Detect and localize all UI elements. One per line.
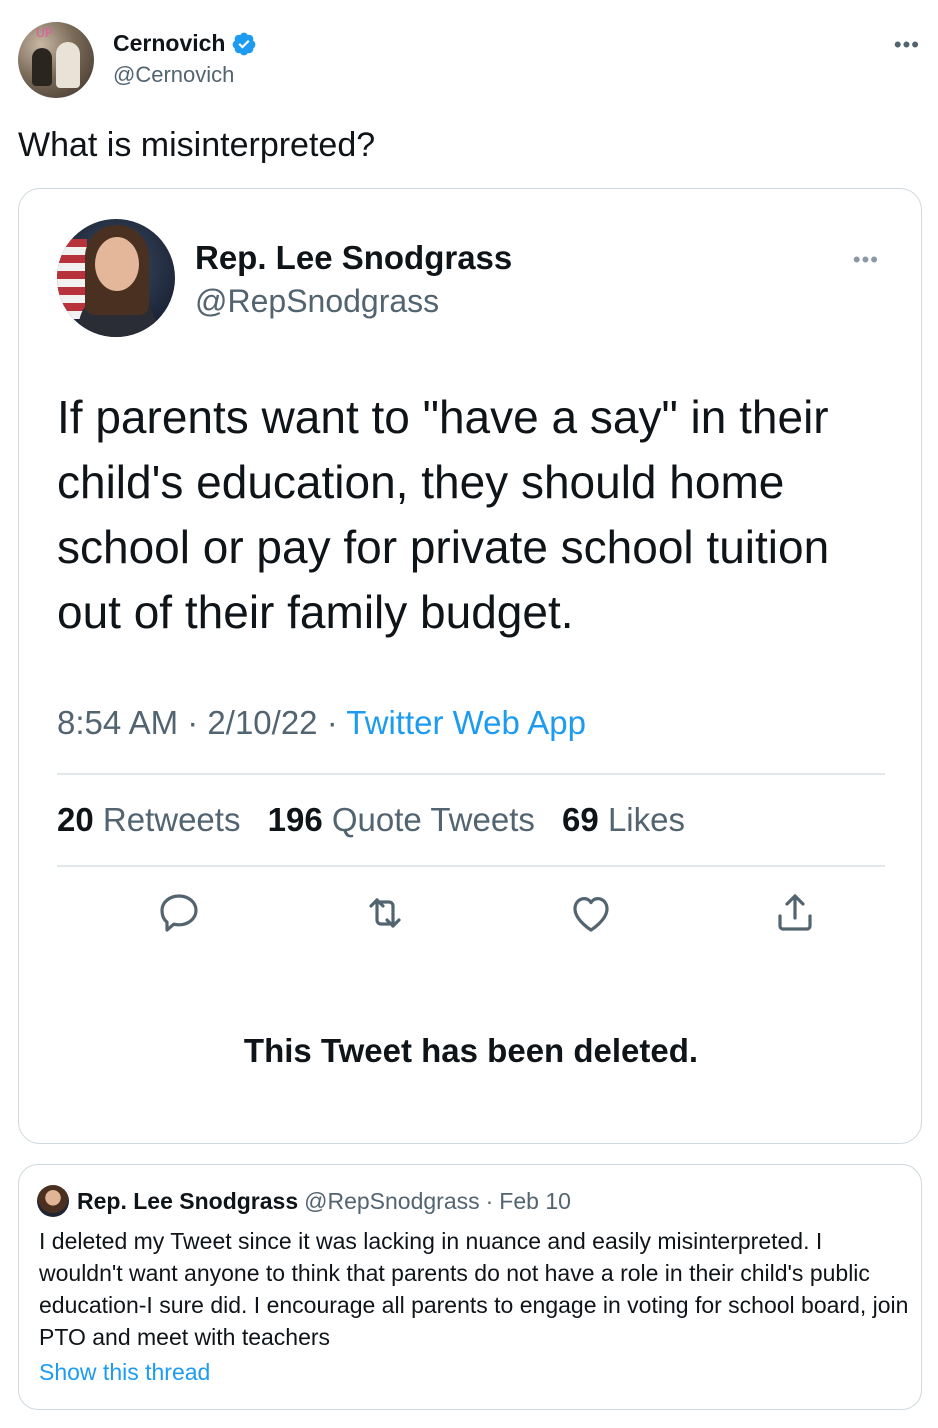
embedded-more-icon: ••• bbox=[852, 247, 879, 272]
quoted-tweet-card[interactable]: Rep. Lee Snodgrass @RepSnodgrass · Feb 1… bbox=[18, 1164, 922, 1410]
likes-count: 69 bbox=[562, 801, 599, 838]
likes-label: Likes bbox=[607, 801, 685, 838]
meta-separator: · bbox=[326, 704, 338, 741]
tweet-date: 2/10/22 bbox=[207, 704, 318, 741]
retweets-label: Retweets bbox=[102, 801, 241, 838]
meta-separator: · bbox=[187, 704, 199, 741]
author-name[interactable]: Cernovich bbox=[113, 30, 225, 57]
embedded-author-handle: @RepSnodgrass bbox=[195, 283, 440, 319]
avatar-tag-text: UP bbox=[36, 26, 53, 40]
embedded-action-bar bbox=[57, 889, 885, 949]
embedded-tweet-meta: 8:54 AM · 2/10/22 · Twitter Web App bbox=[57, 704, 586, 742]
avatar-figure bbox=[56, 42, 80, 88]
quoted-author-name: Rep. Lee Snodgrass bbox=[77, 1187, 299, 1214]
outer-tweet-header: UP Cernovich @Cernovich ••• bbox=[18, 22, 920, 102]
deleted-tweet-notice: This Tweet has been deleted. bbox=[243, 1032, 699, 1069]
show-thread-link[interactable]: Show this thread bbox=[39, 1359, 210, 1386]
quoted-tweet-date: Feb 10 bbox=[499, 1187, 571, 1214]
quotes-count: 196 bbox=[267, 801, 323, 838]
verified-badge-icon bbox=[233, 32, 256, 55]
embedded-author-avatar bbox=[57, 219, 175, 337]
text-line: out of their family budget. bbox=[57, 586, 574, 638]
divider bbox=[57, 773, 885, 775]
text-line: child's education, they should home bbox=[57, 456, 785, 508]
meta-separator: · bbox=[485, 1187, 494, 1214]
share-icon bbox=[778, 894, 812, 931]
author-name-row: Cernovich bbox=[113, 30, 257, 57]
tweet-source: Twitter Web App bbox=[346, 704, 586, 741]
more-options-icon[interactable]: ••• bbox=[894, 32, 920, 58]
like-icon bbox=[573, 897, 609, 932]
avatar-flag bbox=[57, 239, 87, 319]
retweet-icon bbox=[369, 898, 401, 928]
retweets-count: 20 bbox=[57, 801, 94, 838]
embedded-tweet-image[interactable]: Rep. Lee Snodgrass @RepSnodgrass ••• If … bbox=[18, 188, 922, 1144]
tweet-time: 8:54 AM bbox=[57, 704, 179, 741]
quoted-author-avatar bbox=[37, 1185, 69, 1217]
quoted-author-handle: @RepSnodgrass bbox=[304, 1187, 480, 1214]
avatar-face bbox=[95, 237, 139, 291]
quoted-tweet-text: I deleted my Tweet since it was lacking … bbox=[39, 1228, 909, 1350]
quoted-tweet-header: Rep. Lee Snodgrass @RepSnodgrass · Feb 1… bbox=[37, 1185, 571, 1217]
author-avatar[interactable]: UP bbox=[18, 22, 94, 98]
divider bbox=[57, 865, 885, 867]
engagement-stats: 20 Retweets 196 Quote Tweets 69 Likes bbox=[57, 801, 685, 839]
quotes-label: Quote Tweets bbox=[331, 801, 535, 838]
author-handle[interactable]: @Cernovich bbox=[113, 62, 234, 88]
text-line: If parents want to "have a say" in their bbox=[57, 391, 829, 443]
embedded-author-name: Rep. Lee Snodgrass bbox=[195, 239, 513, 276]
tweet-text: What is misinterpreted? bbox=[18, 126, 376, 164]
text-line: school or pay for private school tuition bbox=[57, 521, 830, 573]
avatar-figure bbox=[32, 48, 52, 86]
reply-icon bbox=[160, 894, 198, 932]
embedded-tweet-text: If parents want to "have a say" in their… bbox=[57, 385, 897, 645]
